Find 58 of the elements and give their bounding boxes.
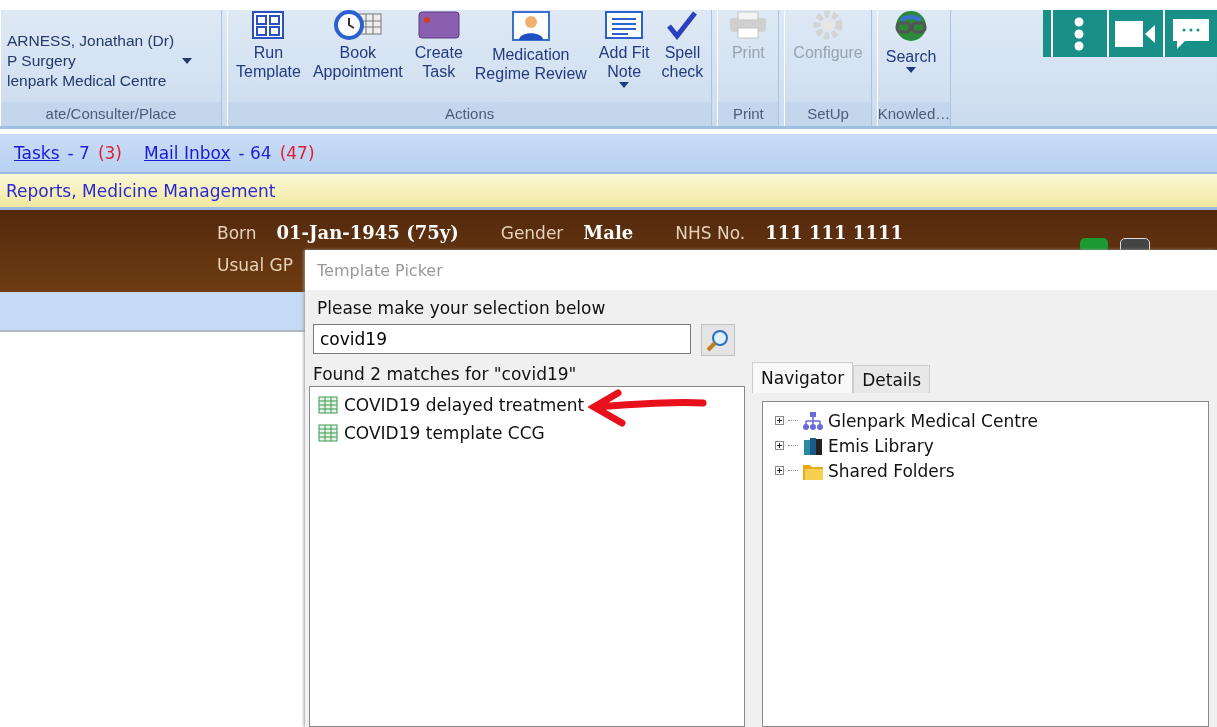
template-item[interactable]: COVID19 template CCG (318, 419, 736, 447)
field-value: Male (583, 222, 634, 243)
dropdown-caret-icon[interactable] (182, 58, 193, 64)
caret-icon (906, 66, 917, 74)
ribbon-button[interactable]: Medication Regime Review (470, 10, 591, 83)
template-item[interactable]: COVID19 delayed treatment (318, 391, 736, 419)
count-text: - 7 (67, 143, 90, 163)
status-link[interactable]: Mail Inbox (144, 143, 231, 163)
tab[interactable]: Navigator (752, 362, 854, 393)
hierarchy-icon (802, 410, 824, 431)
ribbon-button[interactable]: Search (881, 10, 941, 77)
field-label: NHS No. (675, 223, 746, 243)
books-icon (802, 435, 824, 456)
group-label: Knowled… (877, 102, 951, 126)
search-field[interactable]: covid19 (313, 324, 691, 354)
field-label: Usual GP (217, 255, 294, 275)
caret-icon (619, 81, 630, 89)
group-label: ate/Consulter/Place (1, 102, 221, 126)
unread-count: (3) (97, 143, 122, 163)
status-link[interactable]: Tasks (14, 143, 60, 163)
tree-item[interactable]: Emis Library (828, 435, 934, 456)
unread-count: (47) (279, 143, 315, 163)
grid-icon (251, 10, 286, 40)
group-label: Actions (228, 102, 712, 126)
prompt-text: Please make your selection below (316, 298, 607, 320)
person-icon (510, 10, 551, 42)
ribbon-button[interactable]: Run Template (232, 10, 305, 81)
field-value: 01-Jan-1945 (75y) (276, 222, 459, 243)
field-label: Gender (500, 223, 564, 243)
expand-icon[interactable] (775, 466, 784, 475)
tree-item[interactable]: Shared Folders (828, 460, 955, 481)
task-icon (416, 10, 461, 40)
search-icon (706, 328, 730, 352)
table-icon (318, 396, 338, 414)
ribbon-button[interactable]: Book Appointment (308, 10, 407, 81)
field-label: Born (217, 223, 257, 243)
expand-icon[interactable] (775, 416, 784, 425)
ribbon-button[interactable]: Add Fit Note (594, 10, 654, 92)
document-icon (604, 10, 645, 40)
alert-text: Reports, Medicine Management (6, 180, 276, 201)
consulter-text: ARNESS, Jonathan (Dr) (7, 31, 175, 51)
group-label: SetUp (785, 102, 871, 126)
consulter-text: lenpark Medical Centre (7, 71, 168, 91)
search-button[interactable] (701, 324, 735, 356)
clock-calendar-icon (332, 10, 383, 40)
field-value: 111 111 1111 (765, 222, 903, 243)
dialog-title: Template Picker (317, 260, 443, 280)
ribbon-button[interactable]: Create Task (410, 10, 467, 81)
results-text: Found 2 matches for "covid19" (312, 363, 578, 386)
group-label: Print (718, 102, 779, 126)
table-icon (318, 424, 338, 442)
tree-item[interactable]: Glenpark Medical Centre (828, 410, 1038, 431)
checkmark-icon (665, 10, 700, 40)
count-text: - 64 (238, 143, 272, 163)
consulter-text: P Surgery (7, 51, 77, 71)
expand-icon[interactable] (775, 441, 784, 450)
ribbon-button[interactable]: Spell check (657, 10, 708, 81)
tab[interactable]: Details (853, 365, 931, 393)
